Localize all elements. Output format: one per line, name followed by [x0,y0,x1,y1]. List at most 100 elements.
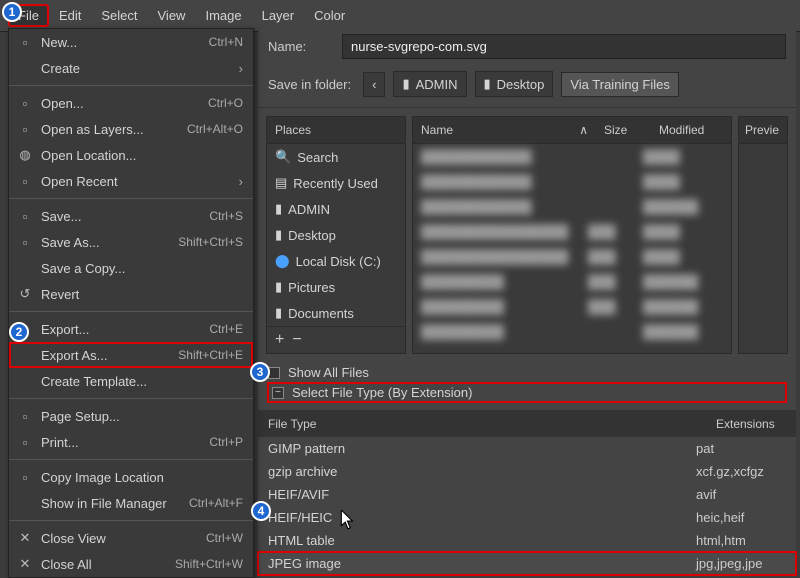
folder-open-icon: ▫ [17,95,33,111]
place-local-disk[interactable]: ⬤Local Disk (C:) [267,248,405,274]
export-dialog: Name: Save in folder: ‹ ▮ADMIN ▮Desktop … [258,28,796,560]
menu-edit[interactable]: Edit [49,4,91,27]
filetype-row-gimp-pattern[interactable]: GIMP patternpat [258,437,796,460]
menu-item-revert[interactable]: ↺Revert [9,281,253,307]
menu-item-open-location[interactable]: ◍Open Location... [9,142,253,168]
callout-3: 3 [250,362,270,382]
callout-1: 1 [2,2,22,22]
menu-item-show-in-file-manager[interactable]: Show in File ManagerCtrl+Alt+F [9,490,253,516]
menu-item-export-as[interactable]: Export As...Shift+Ctrl+E [9,342,253,368]
save-icon: ▫ [17,208,33,224]
menu-view[interactable]: View [148,4,196,27]
files-header: Name∧ Size Modified [413,117,731,144]
menu-item-open-as-layers[interactable]: ▫Open as Layers...Ctrl+Alt+O [9,116,253,142]
place-pictures[interactable]: ▮Pictures [267,274,405,300]
menu-item-create-template[interactable]: Create Template... [9,368,253,394]
folder-icon: ▮ [275,201,282,217]
menu-item-save-as[interactable]: ▫Save As...Shift+Ctrl+S [9,229,253,255]
menu-item-page-setup[interactable]: ▫Page Setup... [9,403,253,429]
menu-select[interactable]: Select [91,4,147,27]
breadcrumb-current[interactable]: Via Training Files [561,72,678,97]
filetype-row-html[interactable]: HTML tablehtml,htm [258,529,796,552]
file-row[interactable]: ██████████████████ [413,194,731,219]
name-label: Name: [268,39,328,54]
page-setup-icon: ▫ [17,408,33,424]
menu-colors[interactable]: Color [304,4,355,27]
save-in-folder-row: Save in folder: ‹ ▮ADMIN ▮Desktop Via Tr… [258,65,796,108]
callout-2: 2 [9,322,29,342]
layers-icon: ▫ [17,121,33,137]
file-row[interactable]: ████████████████ [413,169,731,194]
menu-image[interactable]: Image [195,4,251,27]
places-header: Places [267,117,405,144]
close-icon: ✕ [17,530,33,546]
save-as-icon: ▫ [17,234,33,250]
chevron-right-icon: › [239,61,243,76]
file-row[interactable]: ███████████████ [413,319,731,344]
drive-icon: ⬤ [275,253,290,269]
place-search[interactable]: 🔍Search [267,144,405,170]
file-row[interactable]: ██████████████████ [413,294,731,319]
filename-row: Name: [258,28,796,65]
file-row[interactable]: ████████████████ [413,144,731,169]
sort-asc-icon: ∧ [579,123,588,137]
breadcrumb-back[interactable]: ‹ [363,72,385,97]
print-icon: ▫ [17,434,33,450]
menu-item-close-all[interactable]: ✕Close AllShift+Ctrl+W [9,551,253,577]
filetype-row-jpeg[interactable]: JPEG imagejpg,jpeg,jpe [258,552,796,575]
add-place-button[interactable]: + [275,331,284,349]
menu-item-export[interactable]: Export...Ctrl+E [9,316,253,342]
menu-item-save-copy[interactable]: Save a Copy... [9,255,253,281]
cursor-icon [340,510,356,533]
breadcrumb-desktop[interactable]: ▮Desktop [475,71,554,97]
filename-input[interactable] [342,34,786,59]
remove-place-button[interactable]: − [292,331,301,349]
filetype-col-header[interactable]: File Type [258,411,706,437]
file-menu-dropdown: ▫New...Ctrl+N Create› ▫Open...Ctrl+O ▫Op… [8,28,254,578]
menu-item-print[interactable]: ▫Print...Ctrl+P [9,429,253,455]
new-icon: ▫ [17,34,33,50]
chevron-right-icon: › [239,174,243,189]
place-documents[interactable]: ▮Documents [267,300,405,326]
folder-icon: ▮ [275,279,282,295]
place-admin[interactable]: ▮ADMIN [267,196,405,222]
menu-item-save[interactable]: ▫Save...Ctrl+S [9,203,253,229]
recent-icon: ▫ [17,173,33,189]
file-browser: Places 🔍Search ▤Recently Used ▮ADMIN ▮De… [258,108,796,354]
globe-icon: ◍ [17,147,33,163]
file-row[interactable]: ███████████████████████ [413,244,731,269]
menu-item-close-view[interactable]: ✕Close ViewCtrl+W [9,525,253,551]
menu-item-new[interactable]: ▫New...Ctrl+N [9,29,253,55]
options-area: Show All Files − Select File Type (By Ex… [258,354,796,406]
col-name-header[interactable]: Name∧ [413,117,596,143]
place-desktop[interactable]: ▮Desktop [267,222,405,248]
show-all-files-toggle[interactable]: Show All Files [268,362,786,383]
menu-item-open[interactable]: ▫Open...Ctrl+O [9,90,253,116]
close-icon: ✕ [17,556,33,572]
filetype-row-heif-avif[interactable]: HEIF/AVIFavif [258,483,796,506]
folder-icon: ▮ [484,76,491,92]
copy-icon: ▫ [17,469,33,485]
file-row[interactable]: ███████████████████████ [413,219,731,244]
folder-icon: ▮ [275,305,282,321]
extensions-col-header[interactable]: Extensions [706,411,796,437]
save-in-folder-label: Save in folder: [268,77,351,92]
menu-item-open-recent[interactable]: ▫Open Recent› [9,168,253,194]
preview-header: Previe [739,117,787,144]
chevron-left-icon: ‹ [372,77,376,92]
menu-layer[interactable]: Layer [252,4,305,27]
col-size-header[interactable]: Size [596,117,651,143]
place-recent[interactable]: ▤Recently Used [267,170,405,196]
file-type-table: File Type Extensions GIMP patternpat gzi… [258,410,796,575]
breadcrumb-admin[interactable]: ▮ADMIN [393,71,466,97]
folder-icon: ▮ [402,76,409,92]
filetype-row-gzip[interactable]: gzip archivexcf.gz,xcfgz [258,460,796,483]
menu-item-copy-image-location[interactable]: ▫Copy Image Location [9,464,253,490]
select-file-type-toggle[interactable]: − Select File Type (By Extension) [268,383,786,402]
filetype-row-heif-heic[interactable]: HEIF/HEICheic,heif [258,506,796,529]
file-row[interactable]: ██████████████████ [413,269,731,294]
folder-icon: ▮ [275,227,282,243]
menu-item-create[interactable]: Create› [9,55,253,81]
collapse-icon: − [272,387,284,399]
col-modified-header[interactable]: Modified [651,117,731,143]
